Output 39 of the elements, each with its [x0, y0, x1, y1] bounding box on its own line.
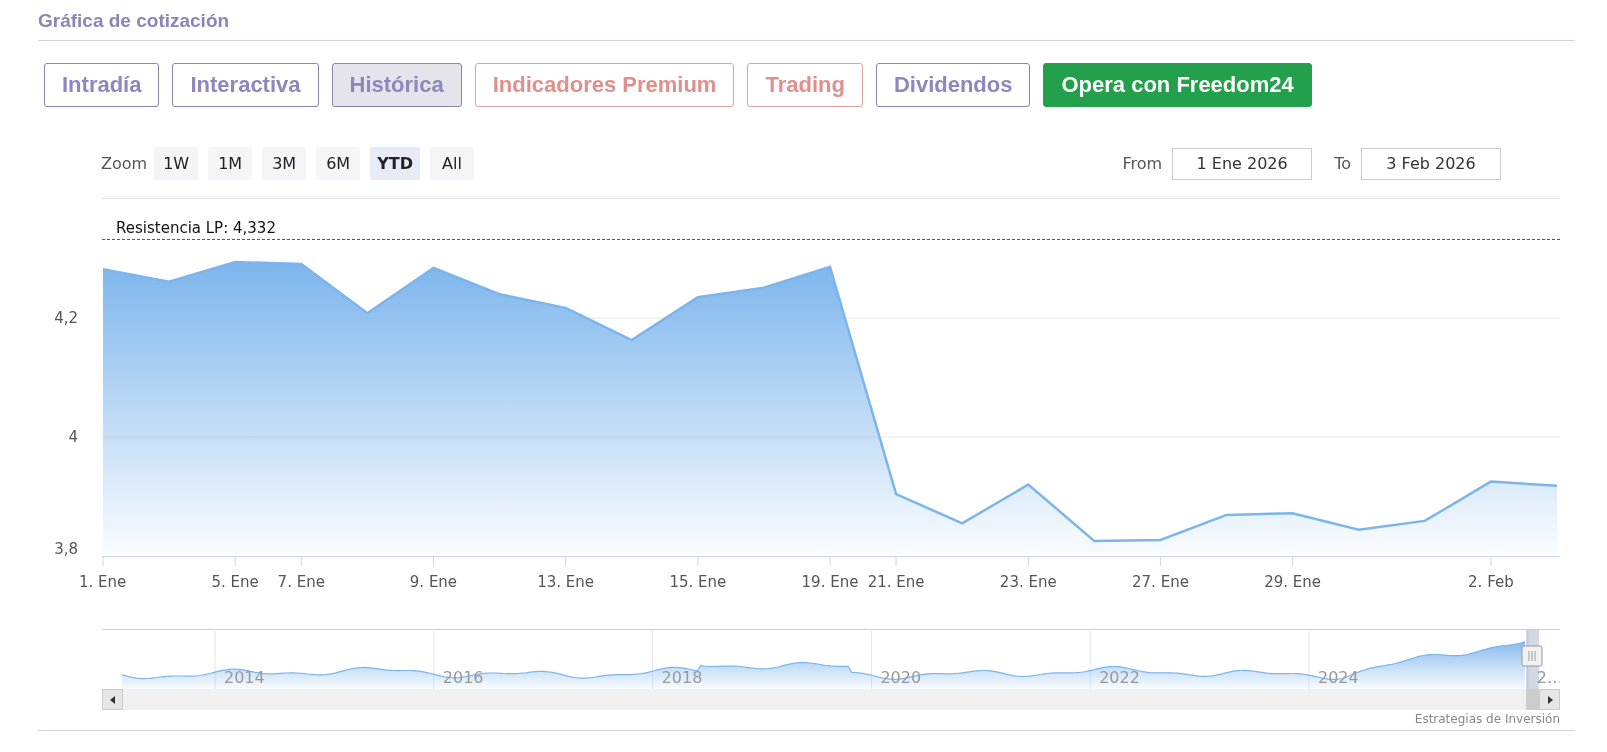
x-axis-label: 29. Ene — [1264, 573, 1322, 591]
y-axis-label: 4,2 — [54, 309, 78, 327]
year-label: 2022 — [1099, 668, 1140, 687]
x-axis-label: 7. Ene — [277, 573, 325, 591]
scrollbar-thumb[interactable] — [1526, 689, 1539, 710]
x-axis-label: 27. Ene — [1132, 573, 1189, 591]
range-handle-icon[interactable] — [1521, 645, 1543, 667]
right-arrow-icon — [1546, 695, 1553, 704]
section-title: Gráfica de cotización — [38, 9, 230, 33]
x-axis-label: 19. Ene — [801, 573, 859, 591]
year-label: 2018 — [661, 668, 703, 687]
x-axis-label: 1. Ene — [79, 573, 127, 591]
x-axis-label: 15. Ene — [669, 573, 727, 591]
credit-text: Estrategias de Inversión — [1414, 712, 1560, 726]
range-button[interactable]: 3M — [262, 147, 307, 180]
range-button[interactable]: 1W — [154, 147, 199, 180]
y-axis-label: 4 — [68, 428, 78, 446]
year-label: 2014 — [224, 668, 265, 687]
x-axis-label: 13. Ene — [537, 573, 595, 591]
left-arrow-icon — [109, 695, 116, 704]
x-axis-label: 5. Ene — [211, 573, 259, 591]
scrollbar[interactable] — [102, 689, 1560, 710]
range-button[interactable]: 1M — [208, 147, 253, 180]
resistance-label: Resistencia LP: 4,332 — [116, 219, 276, 238]
x-axis-label: 2. Feb — [1468, 573, 1514, 591]
x-axis-label: 9. Ene — [409, 573, 458, 591]
to-label: To — [1334, 154, 1351, 173]
range-button[interactable]: YTD — [370, 147, 420, 180]
y-axis-label: 3,8 — [54, 540, 78, 558]
x-axis-label: 23. Ene — [999, 573, 1057, 591]
scroll-left-button[interactable] — [102, 689, 123, 710]
zoom-label: Zoom — [101, 154, 148, 173]
range-button[interactable]: 6M — [316, 147, 361, 180]
from-date-field[interactable]: 1 Ene 2026 — [1172, 147, 1313, 180]
range-button[interactable]: All — [429, 147, 474, 180]
to-date-field[interactable]: 3 Feb 2026 — [1361, 147, 1501, 180]
from-label: From — [1122, 154, 1163, 173]
scroll-right-button[interactable] — [1539, 689, 1560, 710]
x-axis-label: 21. Ene — [867, 573, 925, 591]
